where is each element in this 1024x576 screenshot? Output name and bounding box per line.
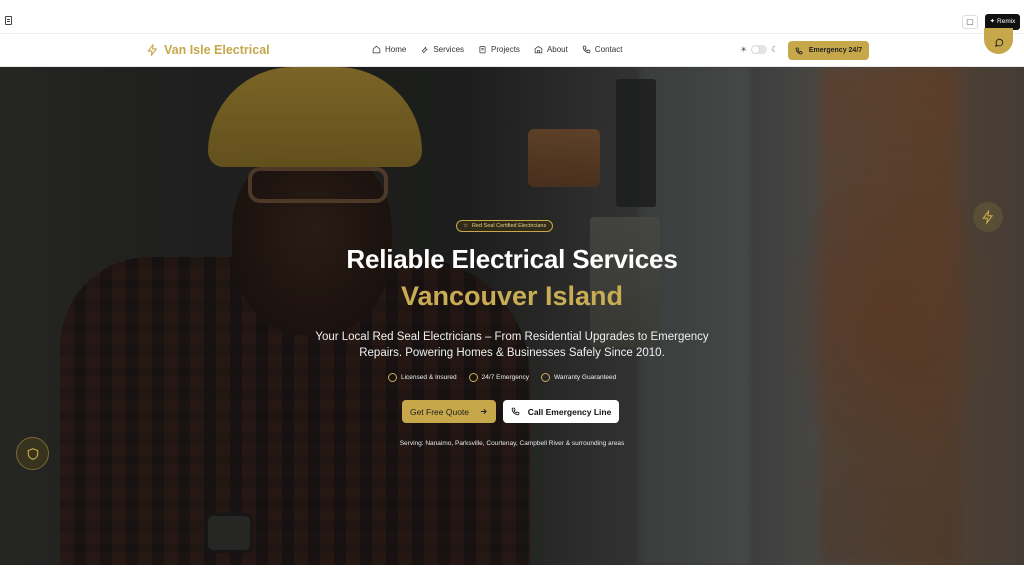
- certification-badge: ☆ Red Seal Certified Electricians: [456, 220, 554, 232]
- lightning-icon: [147, 44, 157, 56]
- main-nav: Home Services Projects About Contact: [372, 45, 622, 54]
- floating-shield-button[interactable]: [16, 437, 49, 470]
- service-areas: Serving: Nanaimo, Parksville, Courtenay,…: [399, 440, 625, 447]
- clipboard-icon: [479, 46, 486, 54]
- star-icon: ☆: [463, 223, 468, 229]
- get-quote-button[interactable]: Get Free Quote: [402, 400, 496, 423]
- call-emergency-button[interactable]: Call Emergency Line: [503, 400, 619, 423]
- theme-switcher: ☀ ☾: [740, 45, 778, 54]
- feature-emergency: 24/7 Emergency: [468, 373, 529, 382]
- nav-projects-label: Projects: [491, 45, 520, 54]
- preview-toolbar: ▢ ✦ Remix: [0, 0, 1024, 34]
- phone-icon: [795, 47, 803, 54]
- sun-icon: ☀: [740, 45, 748, 54]
- document-icon[interactable]: [5, 16, 12, 25]
- brand-name: Van Isle Electrical: [164, 43, 270, 57]
- nav-home-label: Home: [385, 45, 407, 54]
- lightning-icon: [982, 210, 994, 224]
- hero-location: Vancouver Island: [400, 281, 624, 311]
- phone-icon: [511, 407, 519, 416]
- site-header: Van Isle Electrical Home Services Projec…: [0, 34, 1024, 67]
- badge-text: Red Seal Certified Electricians: [471, 223, 547, 229]
- remix-label: Remix: [997, 18, 1016, 25]
- hero-subtitle: Your Local Red Seal Electricians – From …: [315, 331, 709, 359]
- brand-logo[interactable]: Van Isle Electrical: [146, 42, 270, 58]
- home-icon: [372, 45, 381, 54]
- floating-bolt-decoration: [973, 202, 1003, 232]
- nav-services-label: Services: [433, 45, 465, 54]
- hero-section: ☆ Red Seal Certified Electricians Reliab…: [0, 67, 1024, 565]
- feature-label: Warranty Guaranteed: [554, 374, 617, 381]
- feature-warranty: Warranty Guaranteed: [541, 373, 616, 382]
- shield-icon: [388, 373, 397, 382]
- moon-icon: ☾: [771, 45, 779, 54]
- wrench-icon: [422, 46, 428, 54]
- theme-toggle[interactable]: [751, 45, 768, 54]
- nav-about-label: About: [546, 45, 568, 54]
- message-icon: [994, 38, 1003, 48]
- call-emergency-label: Call Emergency Line: [527, 406, 612, 417]
- get-quote-label: Get Free Quote: [409, 406, 470, 417]
- phone-icon: [582, 45, 591, 54]
- page-bottom-edge: [0, 565, 1024, 576]
- nav-home[interactable]: Home: [372, 45, 406, 54]
- nav-contact[interactable]: Contact: [582, 45, 623, 54]
- nav-about[interactable]: About: [534, 45, 568, 54]
- clock-icon: [468, 373, 478, 382]
- emergency-button[interactable]: Emergency 24/7: [788, 41, 869, 60]
- nav-contact-label: Contact: [594, 45, 623, 54]
- hero-title: Reliable Electrical Services: [346, 244, 678, 274]
- feature-label: 24/7 Emergency: [481, 374, 529, 381]
- arrow-right-icon: [480, 408, 487, 415]
- feature-licensed: Licensed & Insured: [388, 373, 457, 382]
- check-circle-icon: [541, 373, 550, 382]
- feature-label: Licensed & Insured: [401, 374, 457, 381]
- emergency-label: Emergency 24/7: [808, 47, 863, 54]
- nav-services[interactable]: Services: [420, 45, 464, 54]
- building-icon: [534, 46, 543, 54]
- chat-icon[interactable]: ▢: [962, 15, 978, 29]
- hero-overlay: [0, 67, 1024, 565]
- feature-list: Licensed & Insured 24/7 Emergency Warran…: [388, 373, 616, 382]
- nav-projects[interactable]: Projects: [478, 45, 520, 54]
- shield-icon: [27, 447, 38, 460]
